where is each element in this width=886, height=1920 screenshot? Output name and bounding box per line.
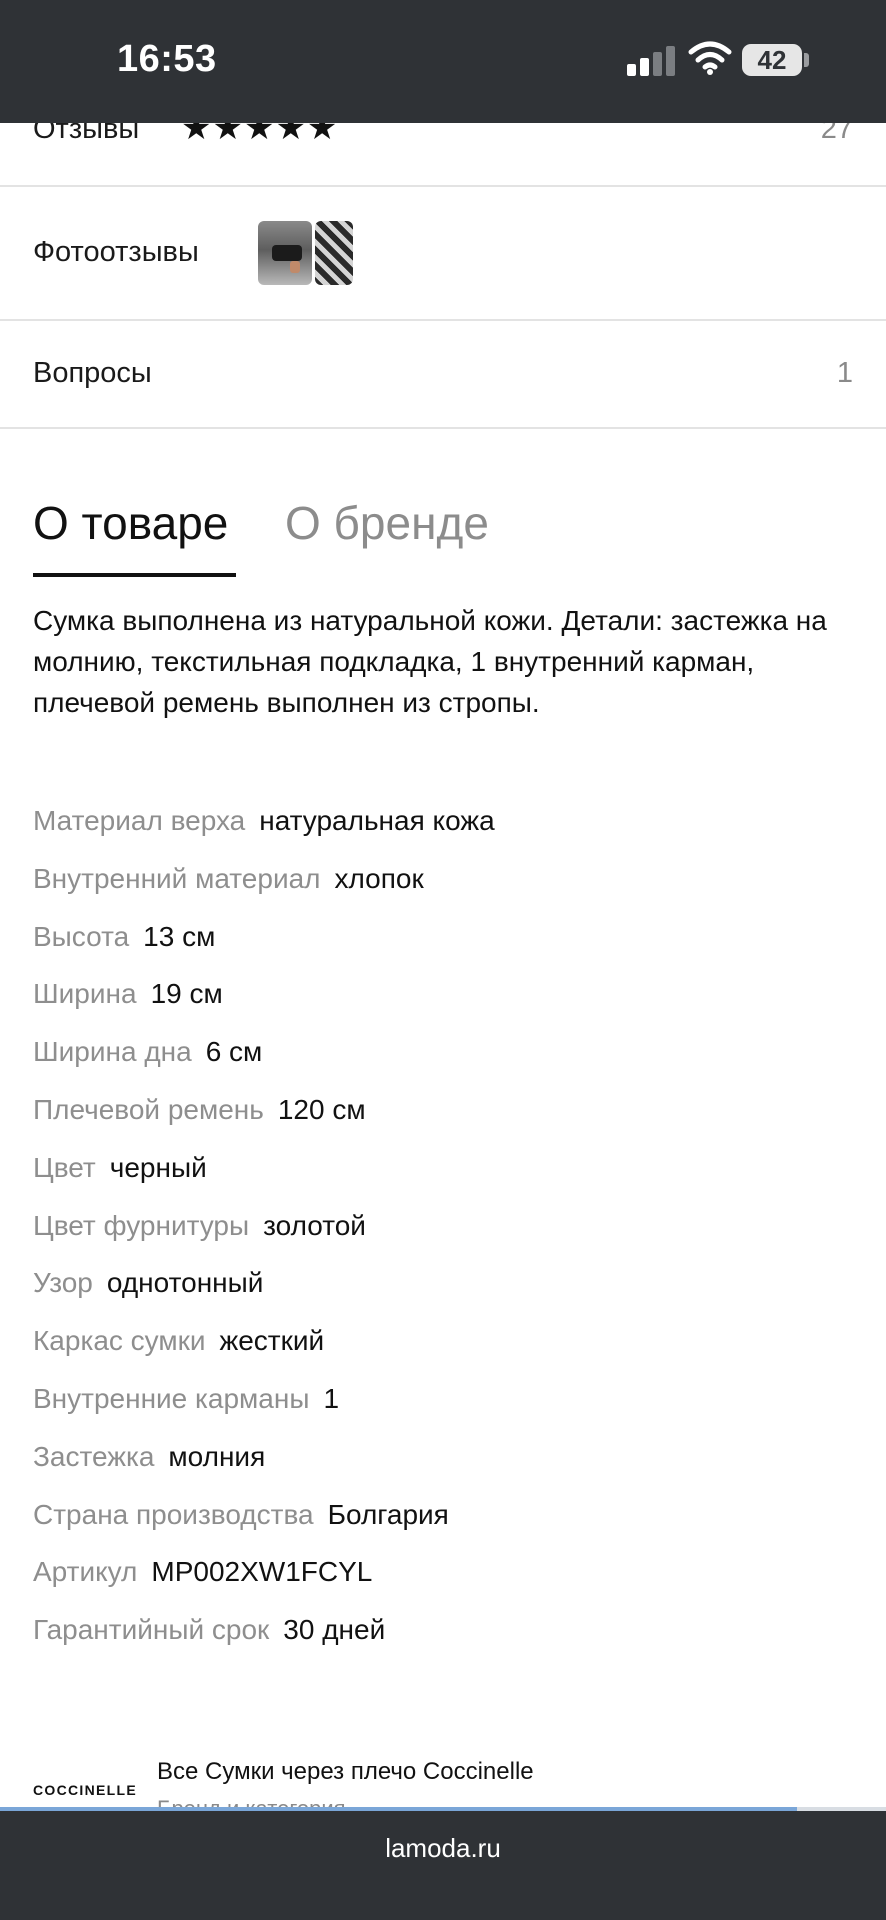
product-specs: Материал верха натуральная кожа Внутренний… bbox=[33, 797, 853, 1664]
spec-value: 6 см bbox=[205, 1036, 263, 1068]
spec-row: Ширина 19 см bbox=[33, 970, 853, 1028]
signal-icon bbox=[627, 46, 675, 76]
spec-row: Каркас сумки жесткий bbox=[33, 1317, 853, 1375]
photo-reviews-label: Фотоотзывы bbox=[33, 236, 199, 268]
spec-key: Материал верха bbox=[33, 805, 246, 836]
spec-value: 19 см bbox=[150, 978, 223, 1010]
spec-row: Гарантийный срок 30 дней bbox=[33, 1606, 853, 1664]
questions-row[interactable]: Вопросы 1 bbox=[0, 320, 886, 429]
product-description: Сумка выполнена из натуральной кожи. Дет… bbox=[33, 605, 827, 718]
spec-row: Артикул MP002XW1FCYL bbox=[33, 1548, 853, 1606]
spec-value: молния bbox=[168, 1440, 266, 1472]
spec-key: Каркас сумки bbox=[33, 1325, 206, 1357]
spec-value: натуральная кожа bbox=[259, 805, 495, 836]
spec-row: Цвет черный bbox=[33, 1144, 853, 1202]
tab-about-brand[interactable]: О бренде bbox=[285, 496, 489, 550]
battery-level: 42 bbox=[757, 45, 787, 75]
spec-key: Страна производства bbox=[33, 1498, 314, 1530]
spec-value: MP002XW1FCYL bbox=[151, 1556, 373, 1588]
product-tabs: О товаре О бренде bbox=[33, 496, 853, 577]
battery-icon: 42 bbox=[742, 44, 802, 76]
status-time: 16:53 bbox=[117, 38, 217, 80]
brand-logo: COCCINELLE bbox=[33, 1782, 137, 1798]
spec-key: Цвет bbox=[33, 1151, 96, 1183]
spec-key: Плечевой ремень bbox=[33, 1093, 264, 1125]
spec-row: Материал верха натуральная кожа bbox=[33, 797, 853, 855]
active-tab-underline bbox=[33, 573, 236, 577]
spec-value: черный bbox=[109, 1151, 207, 1183]
spec-row: Внутренний материал хлопок bbox=[33, 855, 853, 913]
questions-count: 1 bbox=[836, 357, 853, 389]
battery-cap bbox=[804, 53, 809, 67]
spec-value: Болгария bbox=[327, 1498, 449, 1530]
brand-category-link[interactable]: Все Сумки через плечо Coccinelle bbox=[157, 1758, 534, 1786]
photo-thumb-1[interactable] bbox=[258, 221, 312, 285]
status-bar: 16:53 42 bbox=[0, 0, 886, 123]
spec-value: золотой bbox=[263, 1209, 366, 1241]
spec-value: 30 дней bbox=[283, 1614, 386, 1646]
brand-category-bar[interactable]: COCCINELLE Все Сумки через плечо Coccine… bbox=[0, 1746, 886, 1810]
wifi-icon bbox=[688, 41, 732, 75]
spec-row: Страна производства Болгария bbox=[33, 1491, 853, 1549]
spec-row: Ширина дна 6 см bbox=[33, 1028, 853, 1086]
spec-key: Ширина bbox=[33, 978, 137, 1010]
spec-row: Плечевой ремень 120 см bbox=[33, 1086, 853, 1144]
spec-key: Высота bbox=[33, 920, 130, 952]
spec-row: Цвет фурнитуры золотой bbox=[33, 1202, 853, 1260]
questions-label: Вопросы bbox=[33, 357, 152, 389]
tab-about-product[interactable]: О товаре bbox=[33, 496, 228, 550]
spec-key: Гарантийный срок bbox=[33, 1614, 270, 1646]
spec-key: Цвет фурнитуры bbox=[33, 1209, 250, 1241]
spec-row: Внутренние карманы 1 bbox=[33, 1375, 853, 1433]
spec-key: Внутренние карманы bbox=[33, 1382, 310, 1414]
spec-value: хлопок bbox=[334, 862, 424, 894]
photo-thumb-2[interactable] bbox=[315, 221, 353, 285]
spec-value: 1 bbox=[323, 1382, 340, 1414]
spec-value: 120 см bbox=[277, 1093, 366, 1125]
browser-url-bar[interactable]: lamoda.ru bbox=[0, 1811, 886, 1920]
photo-reviews-row[interactable]: Фотоотзывы bbox=[0, 186, 886, 321]
spec-key: Артикул bbox=[33, 1556, 138, 1588]
spec-row: Узор однотонный bbox=[33, 1259, 853, 1317]
url-text[interactable]: lamoda.ru bbox=[385, 1833, 501, 1863]
spec-key: Внутренний материал bbox=[33, 862, 321, 894]
spec-key: Узор bbox=[33, 1267, 93, 1299]
spec-row: Застежка молния bbox=[33, 1433, 853, 1491]
spec-key: Застежка bbox=[33, 1440, 155, 1472]
spec-row: Высота 13 см bbox=[33, 913, 853, 971]
spec-value: однотонный bbox=[106, 1267, 264, 1299]
spec-value: жесткий bbox=[219, 1325, 325, 1357]
spec-value: 13 см bbox=[143, 920, 216, 952]
spec-key: Ширина дна bbox=[33, 1036, 192, 1068]
